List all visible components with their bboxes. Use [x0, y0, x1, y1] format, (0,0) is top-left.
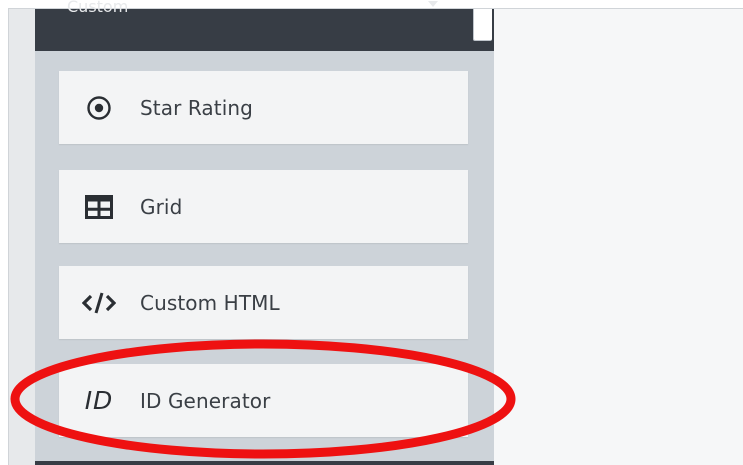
- grid-table-icon: [81, 189, 117, 225]
- id-text-icon: ID: [84, 386, 114, 415]
- radio-dot-icon: [81, 90, 117, 126]
- field-label: Custom HTML: [140, 290, 280, 315]
- canvas-area: [494, 9, 743, 465]
- code-icon: [81, 285, 117, 321]
- chevron-down-icon[interactable]: [428, 1, 438, 7]
- field-grid[interactable]: Grid: [59, 170, 468, 243]
- panel-footer-bar: [35, 461, 494, 465]
- left-gutter: [9, 9, 35, 465]
- field-custom-html[interactable]: Custom HTML: [59, 266, 468, 339]
- field-label: Star Rating: [140, 95, 253, 120]
- scrollbar-thumb[interactable]: [473, 9, 492, 41]
- panel-header-label: Custom: [67, 0, 129, 16]
- field-label: Grid: [140, 194, 183, 219]
- field-star-rating[interactable]: Star Rating: [59, 71, 468, 144]
- panel-header[interactable]: Custom: [35, 0, 494, 51]
- field-label: ID Generator: [140, 388, 271, 413]
- field-id-generator[interactable]: ID ID Generator: [59, 364, 468, 437]
